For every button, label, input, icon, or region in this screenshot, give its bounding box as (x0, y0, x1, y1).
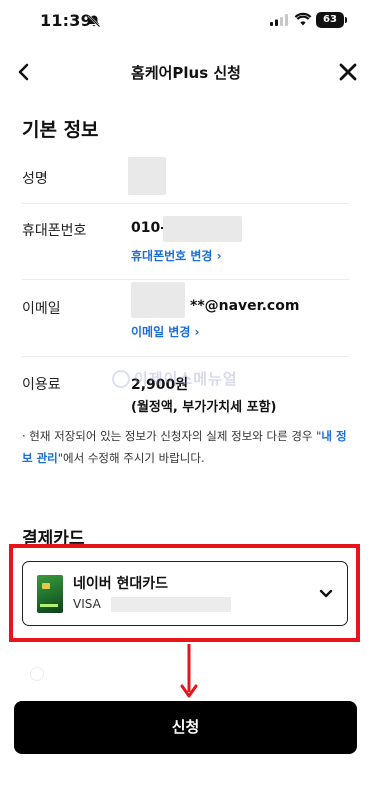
battery-indicator: 63 (316, 12, 347, 28)
card-brand: VISA (73, 597, 101, 611)
info-notice: · 현재 저장되어 있는 정보가 신청자의 실제 정보와 다른 경우 "내 정보… (22, 425, 352, 469)
payment-card-select[interactable]: 네이버 현대카드 VISA (22, 561, 348, 626)
watermark-logo-icon (112, 370, 130, 388)
signal-icon (270, 14, 288, 26)
email-value-redacted (131, 282, 185, 318)
bell-off-icon (87, 14, 101, 28)
page-title: 홈케어Plus 신청 (131, 64, 241, 82)
card-number-redacted (111, 597, 231, 612)
phone-row: 휴대폰번호 010- 휴대폰번호 변경 › (22, 204, 350, 280)
notice-text-after: "에서 수정해 주시기 바랍니다. (57, 451, 205, 465)
phone-change-link[interactable]: 휴대폰번호 변경 › (131, 247, 222, 264)
watermark: 이제이스메뉴얼 (134, 370, 238, 388)
apply-button[interactable]: 신청 (14, 701, 357, 754)
phone-prefix: 010- (131, 220, 167, 236)
arrow-down-annotation-icon (180, 644, 198, 698)
phone-label: 휴대폰번호 (22, 223, 87, 239)
email-suffix: **@naver.com (190, 298, 300, 314)
status-time: 11:39 (40, 11, 92, 30)
card-name: 네이버 현대카드 (73, 576, 169, 592)
fee-label: 이용료 (22, 377, 61, 393)
close-icon[interactable] (336, 60, 360, 84)
status-bar: 11:39 63 (0, 0, 372, 44)
email-label: 이메일 (22, 301, 61, 317)
wifi-icon (294, 12, 312, 26)
nav-bar: 홈케어Plus 신청 (0, 52, 372, 92)
email-change-link[interactable]: 이메일 변경 › (131, 323, 200, 340)
email-row: 이메일 **@naver.com 이메일 변경 › (22, 280, 350, 357)
notice-text-before: · 현재 저장되어 있는 정보가 신청자의 실제 정보와 다른 경우 " (22, 429, 322, 443)
fee-note: (월정액, 부가가치세 포함) (131, 400, 277, 415)
name-value-redacted (128, 157, 166, 195)
agreement-checkbox[interactable] (30, 667, 44, 681)
basic-info-title: 기본 정보 (22, 119, 99, 141)
chevron-down-icon (319, 589, 333, 598)
card-image-icon (37, 575, 63, 613)
phone-value-redacted (163, 216, 242, 242)
name-row: 성명 (22, 152, 350, 204)
name-label: 성명 (22, 171, 48, 187)
